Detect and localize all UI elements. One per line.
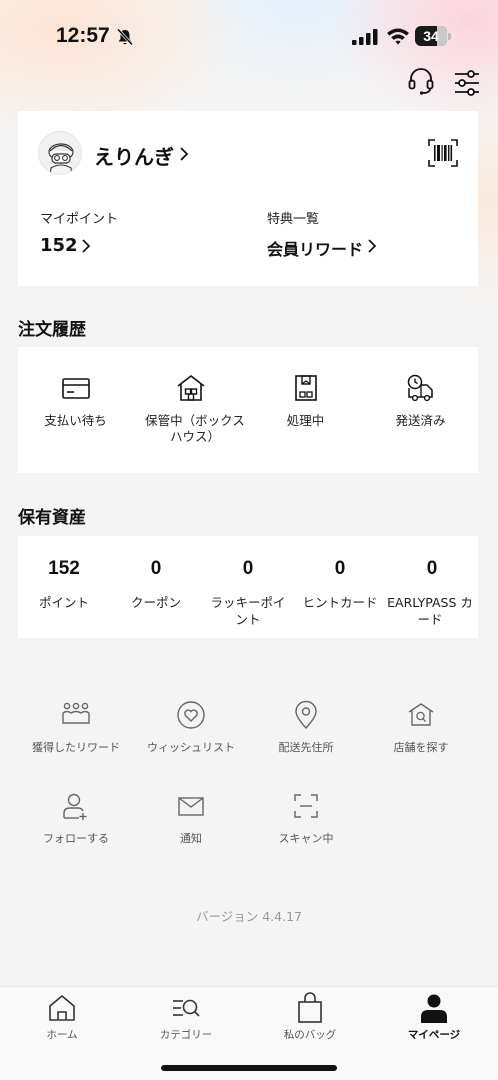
menu-label: スキャン中: [278, 832, 334, 845]
avatar-character-icon: [48, 143, 74, 174]
tab-label: 私のバッグ: [283, 1029, 337, 1041]
assets-title: 保有資産: [18, 508, 86, 528]
asset-coupons[interactable]: 0 クーポン: [110, 536, 202, 638]
tab-category[interactable]: カテゴリー: [124, 987, 248, 1047]
category-search-icon: [173, 999, 200, 1017]
my-points-label: マイポイント: [40, 212, 119, 227]
assets-card: 152 ポイント 0 クーポン 0 ラッキーポイント 0 ヒントカード 0 EA…: [18, 536, 478, 638]
tab-label: マイページ: [407, 1029, 461, 1041]
sliders-icon[interactable]: [452, 68, 482, 98]
order-shipped[interactable]: 発送済み: [363, 347, 478, 473]
wallet-icon: [62, 378, 90, 399]
asset-value: 0: [150, 558, 162, 579]
asset-lucky-points[interactable]: 0 ラッキーポイント: [202, 536, 294, 638]
scan-icon: [294, 794, 318, 818]
order-processing[interactable]: 処理中: [248, 347, 363, 473]
heart-icon: [177, 701, 205, 729]
asset-points[interactable]: 152 ポイント: [18, 536, 110, 638]
battery-level: 34: [423, 28, 439, 44]
asset-label: ヒントカード: [302, 595, 378, 610]
tab-label: カテゴリー: [159, 1029, 213, 1041]
my-points-value[interactable]: 152: [40, 235, 78, 256]
envelope-icon: [178, 797, 204, 816]
menu-label: 店舗を探す: [393, 741, 449, 754]
battery-indicator: 34: [415, 26, 451, 46]
app-version: バージョン 4.4.17: [196, 909, 302, 924]
chevron-right-icon[interactable]: [367, 238, 377, 254]
menu-find-store[interactable]: 店舗を探す: [363, 701, 479, 771]
profile-card: えりんぎ マイポイント 152 特典一覧 会員リワード: [18, 111, 478, 286]
order-in-storage[interactable]: 保管中（ボックスハウス）: [133, 347, 248, 473]
chevron-right-icon[interactable]: [178, 145, 190, 163]
package-icon: [295, 375, 317, 401]
tab-my-bag[interactable]: 私のバッグ: [248, 987, 372, 1047]
asset-value: 0: [426, 558, 438, 579]
shopping-bag-icon: [298, 992, 322, 1023]
asset-label: クーポン: [130, 595, 181, 610]
asset-value: 0: [334, 558, 346, 579]
asset-value: 152: [48, 558, 80, 579]
asset-hint-cards[interactable]: 0 ヒントカード: [294, 536, 386, 638]
status-bar: 12:57 34: [0, 0, 498, 74]
menu-wishlist[interactable]: ウィッシュリスト: [133, 701, 249, 771]
tab-my-page[interactable]: マイページ: [372, 987, 496, 1047]
member-rewards-link[interactable]: 会員リワード: [267, 236, 363, 260]
follow-user-icon: [63, 793, 87, 820]
asset-label: EARLYPASS カード: [387, 595, 473, 627]
menu-scan[interactable]: スキャン中: [248, 792, 364, 862]
username[interactable]: えりんぎ: [94, 141, 174, 170]
avatar[interactable]: [38, 131, 82, 175]
order-status-label: 発送済み: [395, 413, 446, 428]
benefits-label: 特典一覧: [267, 212, 320, 227]
order-history-card: 支払い待ち 保管中（ボックスハウス） 処理中 発送済み: [18, 347, 478, 473]
menu-shipping-address[interactable]: 配送先住所: [248, 700, 364, 771]
asset-label: ラッキーポイント: [210, 595, 286, 627]
chevron-right-icon[interactable]: [81, 238, 91, 254]
order-status-label: 保管中（ボックスハウス）: [145, 413, 245, 444]
barcode-icon[interactable]: [428, 139, 458, 167]
menu-rewards[interactable]: 獲得したリワード: [18, 701, 134, 771]
status-time: 12:57: [56, 24, 110, 47]
profile-icon: [421, 994, 447, 1023]
tab-label: ホーム: [46, 1029, 78, 1041]
warehouse-icon: [177, 374, 205, 401]
wifi-icon: [387, 28, 409, 45]
menu-notifications[interactable]: 通知: [133, 792, 249, 862]
order-awaiting-payment[interactable]: 支払い待ち: [18, 347, 133, 473]
bell-muted-icon: [116, 28, 134, 46]
store-search-icon: [408, 703, 434, 726]
order-status-label: 支払い待ち: [44, 413, 107, 428]
order-status-label: 処理中: [286, 413, 325, 428]
home-icon: [49, 995, 75, 1021]
tab-home[interactable]: ホーム: [0, 987, 124, 1047]
cellular-signal-icon: [352, 29, 378, 45]
location-pin-icon: [295, 700, 317, 730]
asset-value: 0: [242, 558, 254, 579]
order-history-title: 注文履歴: [18, 320, 86, 340]
headset-icon[interactable]: [406, 66, 436, 96]
delivery-truck-icon: [407, 374, 433, 402]
menu-follow[interactable]: フォローする: [18, 792, 134, 862]
asset-earlypass-cards[interactable]: 0 EARLYPASS カード: [386, 536, 478, 638]
rewards-icon: [62, 702, 90, 724]
asset-label: ポイント: [38, 595, 89, 610]
home-indicator: [161, 1065, 337, 1071]
